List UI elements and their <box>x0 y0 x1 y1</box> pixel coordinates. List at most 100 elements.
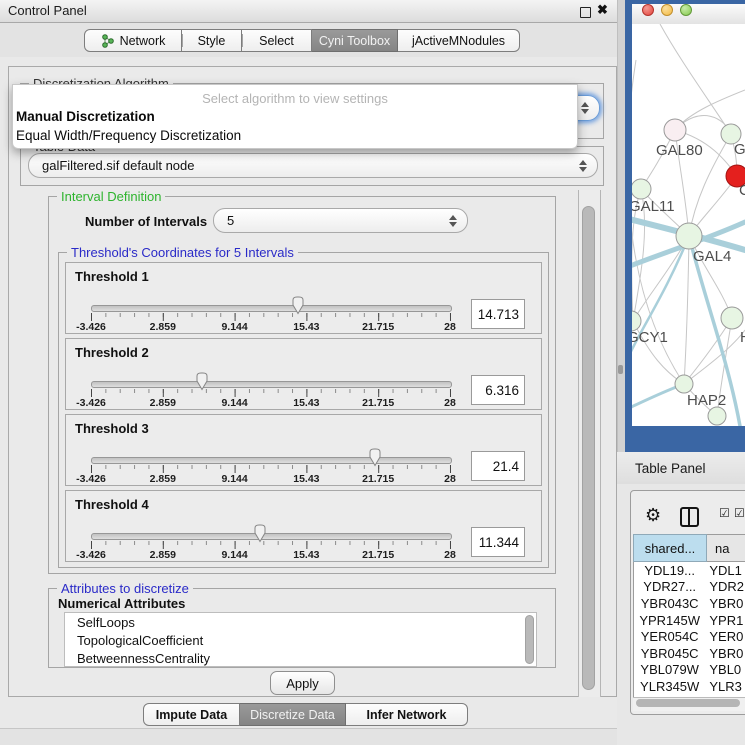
tab-network[interactable]: Network <box>84 29 182 52</box>
node-label: GA <box>734 141 745 158</box>
slider-ticks <box>91 465 451 473</box>
node-label: C <box>739 182 745 199</box>
table-row[interactable]: YBR045CYBR0 <box>634 645 745 662</box>
tab-select[interactable]: Select <box>242 29 312 52</box>
table-row[interactable]: YPR145WYPR1 <box>634 612 745 629</box>
tick-label: 2.859 <box>150 397 176 409</box>
node-label: H <box>740 329 745 346</box>
panel-scrollbar-thumb[interactable] <box>582 206 595 690</box>
table-row[interactable]: YBL079WYBL0 <box>634 662 745 679</box>
tick-label: -3.426 <box>76 549 106 561</box>
tick-label: 21.715 <box>362 321 394 333</box>
column-header-shared-label: shared... <box>645 541 696 556</box>
threshold-2-box: Threshold 2 -3.426 2.859 9.144 15.43 21.… <box>65 338 542 410</box>
table-row[interactable]: YBR043CYBR0 <box>634 595 745 612</box>
list-item[interactable]: TopologicalCoefficient <box>65 631 536 649</box>
threshold-2-slider-track[interactable] <box>91 381 452 388</box>
minimize-traffic-light[interactable] <box>661 4 673 16</box>
threshold-1-label: Threshold 1 <box>75 269 149 284</box>
node-gal4[interactable] <box>676 223 702 249</box>
tab-cyni-toolbox[interactable]: Cyni Toolbox <box>312 29 398 52</box>
table-row[interactable]: YER054CYER0 <box>634 628 745 645</box>
tab-infer-network-label: Infer Network <box>367 708 447 722</box>
node-h[interactable] <box>721 307 743 329</box>
zoom-traffic-light[interactable] <box>680 4 692 16</box>
tab-style-label: Style <box>198 34 226 48</box>
tick-label: 21.715 <box>362 473 394 485</box>
table-row[interactable]: YDL19...YDL1 <box>634 562 745 579</box>
node-bottom[interactable] <box>708 407 726 425</box>
threshold-2-label: Threshold 2 <box>75 345 149 360</box>
node-label: GCY1 <box>632 329 668 346</box>
threshold-1-slider-track[interactable] <box>91 305 452 312</box>
tick-label: 9.144 <box>221 397 247 409</box>
node-label: HAP2 <box>687 392 726 409</box>
table-panel-header: Table Panel <box>617 452 745 485</box>
list-item[interactable]: SelfLoops <box>65 613 536 631</box>
attributes-list-scrollbar[interactable] <box>525 615 534 664</box>
combo-arrows-icon <box>579 160 587 172</box>
tab-discretize-data[interactable]: Discretize Data <box>240 703 346 726</box>
tab-infer-network[interactable]: Infer Network <box>346 703 468 726</box>
node-gal11[interactable] <box>632 179 651 199</box>
column-header-name[interactable]: na <box>707 534 745 562</box>
divider-grip[interactable] <box>618 365 623 374</box>
numerical-attributes-label: Numerical Attributes <box>58 596 185 611</box>
tab-impute-data[interactable]: Impute Data <box>143 703 240 726</box>
network-icon <box>101 34 115 48</box>
node-gal80[interactable] <box>664 119 686 141</box>
threshold-4-value-field[interactable] <box>471 527 525 557</box>
list-item[interactable]: BetweennessCentrality <box>65 649 536 667</box>
checkbox-icon[interactable]: ☑ <box>734 506 745 520</box>
threshold-3-slider-track[interactable] <box>91 457 452 464</box>
table-row[interactable]: YLR345WYLR3 <box>634 678 745 695</box>
checkbox-icon[interactable]: ☑ <box>719 506 730 520</box>
tick-label: -3.426 <box>76 397 106 409</box>
tab-style[interactable]: Style <box>182 29 242 52</box>
thresholds-group-label: Threshold's Coordinates for 5 Intervals <box>67 245 298 260</box>
tick-label: 9.144 <box>221 321 247 333</box>
threshold-4-slider-track[interactable] <box>91 533 452 540</box>
table-row[interactable]: YDR27...YDR2 <box>634 579 745 596</box>
number-of-intervals-combobox[interactable]: 5 <box>213 208 468 233</box>
tick-label: 28 <box>444 549 456 561</box>
dropdown-option-manual[interactable]: Manual Discretization <box>16 109 155 124</box>
bottom-strip <box>0 728 617 745</box>
close-icon[interactable]: ✖ <box>597 2 608 18</box>
network-canvas[interactable]: GAL80 GA C GAL11 GAL4 GCY1 H HAP2 <box>632 24 745 426</box>
threshold-1-box: Threshold 1 -3.426 2.859 9.144 15.43 21.… <box>65 262 542 334</box>
float-window-icon[interactable] <box>580 7 591 18</box>
split-columns-icon[interactable] <box>680 507 699 527</box>
tab-select-label: Select <box>259 34 294 48</box>
apply-button[interactable]: Apply <box>270 671 335 695</box>
tick-label: 28 <box>444 321 456 333</box>
node-gcy1[interactable] <box>632 311 641 331</box>
threshold-4-label: Threshold 4 <box>75 497 149 512</box>
dropdown-option-equal-width[interactable]: Equal Width/Frequency Discretization <box>16 128 241 143</box>
table-data-combobox[interactable]: galFiltered.sif default node <box>28 153 598 178</box>
close-traffic-light[interactable] <box>642 4 654 16</box>
tab-jactivemnodules[interactable]: jActiveMNodules <box>398 29 520 52</box>
number-of-intervals-value: 5 <box>227 213 234 228</box>
combo-arrows-icon <box>449 215 457 227</box>
tab-discretize-data-label: Discretize Data <box>250 708 335 722</box>
gear-icon[interactable]: ⚙ <box>645 505 661 526</box>
threshold-1-value-field[interactable] <box>471 299 525 329</box>
threshold-2-value-field[interactable] <box>471 375 525 405</box>
column-header-shared[interactable]: shared... <box>633 534 707 562</box>
apply-button-label: Apply <box>286 676 319 691</box>
screen: Control Panel ✖ Network Style Select Cyn… <box>0 0 745 745</box>
tab-impute-data-label: Impute Data <box>156 708 228 722</box>
slider-ticks <box>91 541 451 549</box>
tick-label: 15.43 <box>293 473 319 485</box>
tick-label: 9.144 <box>221 473 247 485</box>
tick-label: 28 <box>444 473 456 485</box>
table-hscrollbar-thumb[interactable] <box>636 699 740 707</box>
tick-label: 21.715 <box>362 549 394 561</box>
tick-label: 2.859 <box>150 321 176 333</box>
window-title: Control Panel <box>8 3 87 18</box>
node-hap2[interactable] <box>675 375 693 393</box>
tick-label: 15.43 <box>293 321 319 333</box>
threshold-3-value-field[interactable] <box>471 451 525 481</box>
tick-label: 15.43 <box>293 397 319 409</box>
